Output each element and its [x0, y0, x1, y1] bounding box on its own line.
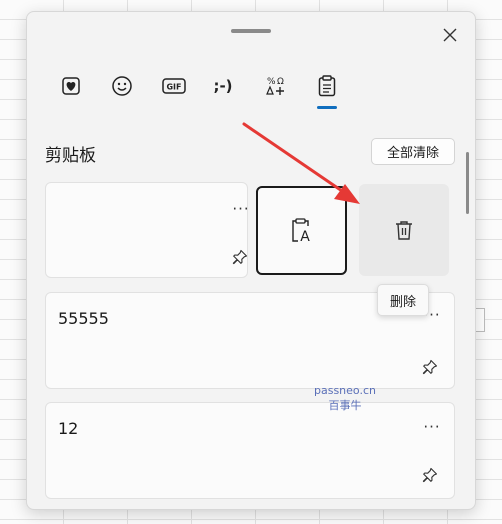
clear-all-button[interactable]: 全部清除 [371, 138, 455, 165]
svg-text:Ω: Ω [277, 77, 284, 87]
category-tabs: GIF ;-) % Ω [27, 64, 475, 112]
tab-kaomoji[interactable]: ;-) [207, 70, 239, 102]
pin-icon [422, 467, 438, 483]
svg-text:A: A [300, 229, 310, 244]
clipboard-item-3[interactable]: 12 ··· [45, 402, 455, 499]
selected-tab-indicator [317, 106, 337, 109]
svg-text:%: % [267, 77, 276, 87]
watermark-line-2: 百事牛 [328, 399, 362, 412]
smiley-icon [112, 76, 132, 96]
gif-icon: GIF [162, 78, 186, 94]
paste-as-text-button[interactable]: A [256, 186, 347, 275]
trash-icon [396, 221, 412, 240]
heart-note-icon [62, 77, 80, 95]
clipboard-text-icon: A [291, 217, 310, 244]
clipboard-item-text: 12 [58, 419, 79, 438]
clipboard-panel: GIF ;-) % Ω 剪贴板 全部清除 ··· A 55555 ··· 12 … [26, 11, 476, 510]
scrollbar-thumb[interactable] [466, 152, 469, 214]
close-icon [443, 28, 457, 42]
tab-emoji[interactable] [106, 70, 138, 102]
watermark: passneo.cn 百事牛 [305, 383, 385, 413]
more-options-button[interactable]: ··· [229, 200, 253, 218]
watermark-line-1: passneo.cn [314, 384, 376, 397]
delete-tooltip: 删除 [377, 284, 429, 316]
section-title: 剪贴板 [45, 146, 96, 166]
pin-button[interactable] [420, 357, 440, 377]
drag-handle[interactable] [231, 29, 271, 33]
delete-item-button[interactable] [359, 184, 449, 276]
clipboard-item-text: 55555 [58, 309, 109, 328]
more-options-button[interactable]: ··· [420, 418, 444, 436]
kaomoji-label: ;-) [213, 77, 233, 95]
clipboard-icon [318, 75, 336, 97]
gif-label: GIF [166, 83, 181, 92]
pin-icon [232, 249, 248, 265]
tab-symbols[interactable]: % Ω [260, 70, 292, 102]
tab-clipboard[interactable] [311, 70, 343, 102]
pin-icon [422, 359, 438, 375]
tab-favorites[interactable] [55, 70, 87, 102]
pin-button[interactable] [420, 465, 440, 485]
tab-gif[interactable]: GIF [158, 70, 190, 102]
pin-button[interactable] [230, 247, 250, 267]
symbols-icon: % Ω [266, 77, 284, 95]
close-button[interactable] [437, 22, 463, 48]
clipboard-item-1[interactable]: ··· [45, 182, 250, 278]
